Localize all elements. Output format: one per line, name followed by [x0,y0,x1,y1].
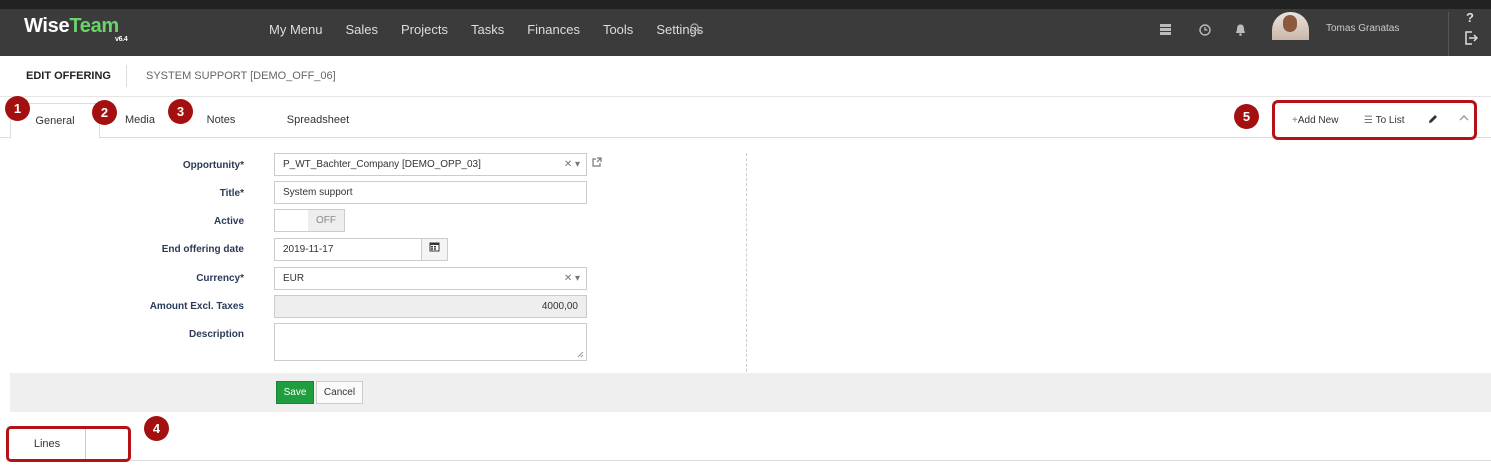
opportunity-select[interactable]: P_WT_Bachter_Company [DEMO_OPP_03] ✕ ▾ [274,153,587,176]
logo-main-text: Wise [24,15,70,37]
calendar-icon [429,242,440,252]
avatar[interactable] [1272,12,1309,40]
callout-badge-3: 3 [168,99,193,124]
currency-label: Currency* [196,273,244,284]
list-icon: ☰ [1364,115,1373,126]
lines-divider [131,460,1491,461]
nav-item-my-menu[interactable]: My Menu [269,22,322,37]
record-actions-highlight: +Add New ☰ To List [1272,100,1477,140]
tab-spreadsheet[interactable]: Spreadsheet [278,103,358,138]
help-icon[interactable]: ? [1466,10,1474,25]
callout-badge-2: 2 [92,100,117,125]
to-list-label: To List [1375,115,1405,126]
currency-value: EUR [283,273,305,284]
tab-lines[interactable]: Lines [9,429,86,459]
chevron-up-icon[interactable] [1459,113,1469,126]
top-navbar: WiseTeam v6.4 My Menu Sales Projects Tas… [0,0,1491,56]
logout-icon[interactable] [1465,31,1479,48]
description-label: Description [188,329,244,340]
app-version: v6.4 [115,36,128,43]
callout-badge-1: 1 [5,96,30,121]
nav-item-sales[interactable]: Sales [345,22,378,37]
server-icon[interactable] [1160,24,1171,38]
nav-item-projects[interactable]: Projects [401,22,448,37]
tab-media[interactable]: Media [118,103,162,138]
end-offering-date-input[interactable]: 2019-11-17 [274,238,424,261]
title-label: Title* [219,188,244,199]
resize-handle-icon [577,351,584,358]
page-subtitle: SYSTEM SUPPORT [DEMO_OFF_06] [146,70,336,82]
column-divider [746,153,747,372]
top-stripe [0,0,1491,9]
active-label: Active [213,216,244,227]
logo-accent-text: Team [69,15,119,37]
callout-badge-4: 4 [144,416,169,441]
tab-bar: General Media Notes Spreadsheet [0,97,1491,139]
page-title: EDIT OFFERING [26,70,111,82]
amount-excl-taxes-field: 4000,00 [274,295,587,318]
callout-badge-5: 5 [1234,104,1259,129]
active-toggle-state: OFF [308,210,344,231]
pencil-icon[interactable] [1428,114,1438,127]
amount-excl-taxes-label: Amount Excl. Taxes [149,301,244,312]
title-input[interactable]: System support [274,181,587,204]
search-icon[interactable] [690,23,701,37]
header-divider [126,65,127,87]
cancel-button[interactable]: Cancel [316,381,363,404]
main-nav: My Menu Sales Projects Tasks Finances To… [269,22,726,37]
save-button[interactable]: Save [276,381,314,404]
nav-item-finances[interactable]: Finances [527,22,580,37]
navbar-divider [1448,12,1449,56]
add-new-label: Add New [1297,115,1339,126]
opportunity-value: P_WT_Bachter_Company [DEMO_OPP_03] [283,159,481,170]
add-new-button[interactable]: +Add New [1292,115,1338,126]
nav-item-tools[interactable]: Tools [603,22,633,37]
page-header: EDIT OFFERING SYSTEM SUPPORT [DEMO_OFF_0… [0,56,1491,97]
calendar-button[interactable] [421,238,448,261]
end-offering-date-label: End offering date [161,244,244,255]
clock-icon[interactable] [1199,24,1211,39]
bell-icon[interactable] [1235,24,1246,39]
app-logo[interactable]: WiseTeam v6.4 [24,15,128,43]
currency-select[interactable]: EUR ✕ ▾ [274,267,587,290]
description-textarea[interactable] [274,323,587,361]
clear-select-icon[interactable]: ✕ ▾ [564,154,580,175]
tab-notes[interactable]: Notes [198,103,244,138]
user-name[interactable]: Tomas Granatas [1326,23,1399,34]
clear-currency-icon[interactable]: ✕ ▾ [564,268,580,289]
nav-item-tasks[interactable]: Tasks [471,22,504,37]
form-actions-bar [10,373,1491,412]
open-external-icon[interactable] [592,157,602,170]
opportunity-label: Opportunity* [182,160,244,171]
active-toggle[interactable]: OFF [274,209,345,232]
to-list-button[interactable]: ☰ To List [1364,115,1404,126]
